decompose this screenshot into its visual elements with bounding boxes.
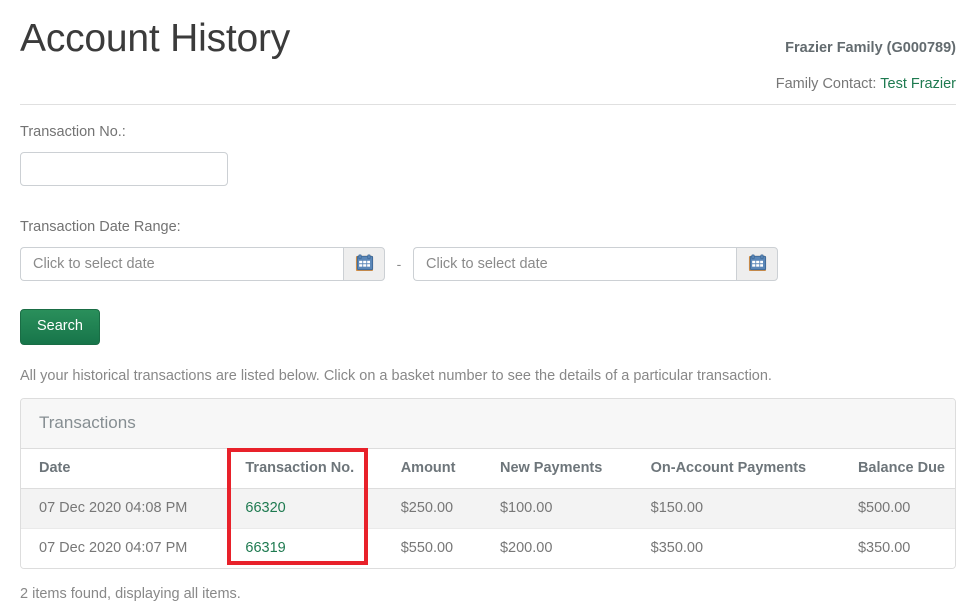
transaction-no-link[interactable]: 66319 [245,540,285,556]
family-contact-label: Family Contact: [775,76,877,92]
calendar-icon [748,253,767,275]
date-from-input[interactable] [20,247,343,281]
transactions-panel-heading: Transactions [21,399,955,449]
calendar-icon [355,253,374,275]
date-range-label: Transaction Date Range: [20,219,181,235]
account-history-page: Account History Frazier Family (G000789)… [0,0,976,615]
account-summary: Frazier Family (G000789) Family Contact:… [436,38,956,94]
cell-date: 07 Dec 2020 04:07 PM [21,528,228,568]
cell-date: 07 Dec 2020 04:08 PM [21,488,228,529]
date-to-input[interactable] [413,247,736,281]
cell-balance-due: $350.00 [839,528,955,568]
date-range-separator: - [396,256,402,272]
results-summary: 2 items found, displaying all items. [20,586,241,602]
cell-on-account-payments: $150.00 [632,488,840,529]
cell-amount: $250.00 [382,488,482,529]
column-header-balance-due[interactable]: Balance Due [839,449,955,489]
page-header: Account History Frazier Family (G000789)… [20,0,956,104]
account-name: Frazier Family (G000789) [785,40,956,56]
page-title: Account History [20,17,291,60]
intro-text: All your historical transactions are lis… [20,368,772,384]
column-header-transaction-no[interactable]: Transaction No. [227,449,383,489]
search-button[interactable]: Search [20,309,100,345]
transaction-no-label: Transaction No.: [20,124,126,140]
cell-new-payments: $200.00 [481,528,633,568]
date-range-row: - [20,247,956,281]
column-header-amount[interactable]: Amount [382,449,482,489]
transactions-panel: Transactions Date Transaction No. Amount… [20,398,956,569]
search-form: Transaction No.: Transaction Date Range: [20,105,956,345]
cell-balance-due: $500.00 [839,488,955,529]
date-to-group [413,247,778,281]
date-from-group [20,247,385,281]
column-header-date[interactable]: Date [21,449,228,489]
table-row: 07 Dec 2020 04:08 PM 66320 $250.00 $100.… [21,488,955,529]
transaction-no-input[interactable] [20,152,228,186]
family-contact-link[interactable]: Test Frazier [880,76,956,92]
cell-new-payments: $100.00 [481,488,633,529]
cell-amount: $550.00 [382,528,482,568]
cell-transaction-no: 66320 [227,488,383,529]
transactions-table: Date Transaction No. Amount New Payments… [21,449,955,568]
transaction-no-link[interactable]: 66320 [245,500,285,516]
column-header-on-account-payments[interactable]: On-Account Payments [632,449,840,489]
table-header-row: Date Transaction No. Amount New Payments… [21,449,955,489]
date-to-calendar-button[interactable] [736,247,778,281]
date-from-calendar-button[interactable] [343,247,385,281]
cell-transaction-no: 66319 [227,528,383,568]
family-contact: Family Contact: Test Frazier [436,74,956,94]
table-row: 07 Dec 2020 04:07 PM 66319 $550.00 $200.… [21,528,955,568]
cell-on-account-payments: $350.00 [632,528,840,568]
column-header-new-payments[interactable]: New Payments [481,449,633,489]
